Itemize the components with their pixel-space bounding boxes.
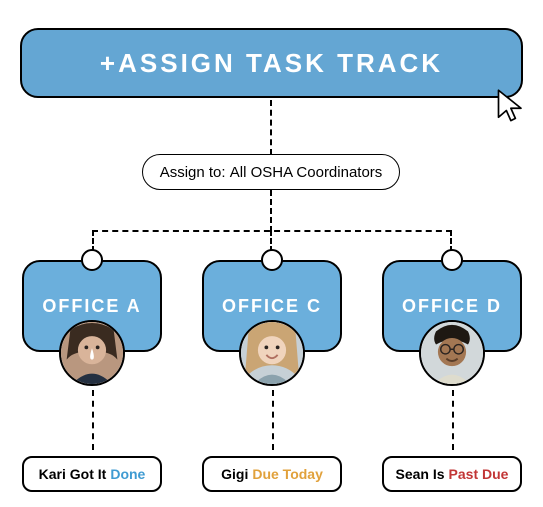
assign-button-label: +ASSIGN TASK TRACK — [100, 48, 443, 79]
assign-to-target: All OSHA Coordinators — [230, 164, 383, 181]
status-text-d: Sean Is — [396, 466, 445, 482]
status-text-a: Kari Got It — [39, 466, 107, 482]
assign-to-pill: Assign to: All OSHA Coordinators — [142, 154, 400, 190]
status-suffix-a: Done — [110, 466, 145, 482]
assign-task-track-button[interactable]: +ASSIGN TASK TRACK — [20, 28, 523, 98]
avatar-sean — [419, 320, 485, 386]
status-text-c: Gigi — [221, 466, 248, 482]
connector-line — [270, 100, 272, 155]
connector-line — [92, 390, 94, 450]
connector-line — [92, 230, 452, 232]
avatar-kari — [59, 320, 125, 386]
office-name-d: OFFICE D — [402, 296, 502, 317]
connector-line — [452, 390, 454, 450]
office-name-a: OFFICE A — [42, 296, 141, 317]
office-tab-dot — [261, 249, 283, 271]
status-pill-c: Gigi Due Today — [202, 456, 342, 492]
assign-to-label: Assign to: — [160, 164, 226, 181]
office-name-c: OFFICE C — [222, 296, 322, 317]
connector-line — [270, 190, 272, 232]
avatar-gigi — [239, 320, 305, 386]
office-tab-dot — [81, 249, 103, 271]
connector-line — [272, 390, 274, 450]
status-suffix-c: Due Today — [252, 466, 323, 482]
status-pill-a: Kari Got It Done — [22, 456, 162, 492]
office-tab-dot — [441, 249, 463, 271]
status-pill-d: Sean Is Past Due — [382, 456, 522, 492]
status-suffix-d: Past Due — [449, 466, 509, 482]
